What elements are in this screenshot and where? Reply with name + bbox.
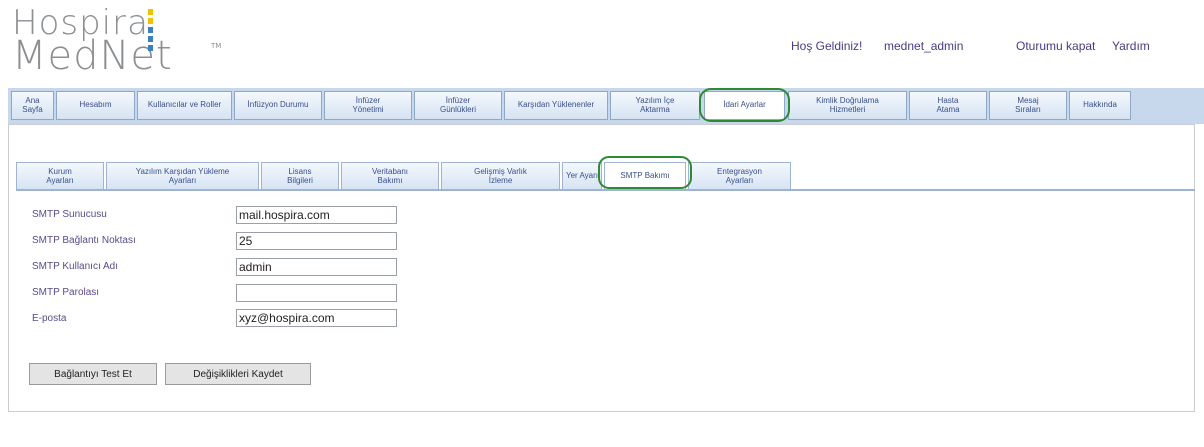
logo-dashes-icon xyxy=(148,9,153,54)
smtp-password-input[interactable] xyxy=(236,284,397,302)
subtab-software-download-settings[interactable]: Yazılım Karşıdan Yükleme Ayarları xyxy=(106,162,259,190)
tab-my-account[interactable]: Hesabım xyxy=(56,91,135,120)
tab-authentication-services[interactable]: Kimlik Doğrulama Hizmetleri xyxy=(788,91,907,120)
subtab-institution-settings[interactable]: Kurum Ayarları xyxy=(16,162,104,190)
tab-software-import[interactable]: Yazılım İçe Aktarma xyxy=(610,91,700,120)
logout-link[interactable]: Oturumu kapat xyxy=(1016,39,1095,53)
logo-tm: TM xyxy=(211,42,222,50)
tab-infusion-status[interactable]: İnfüzyon Durumu xyxy=(234,91,322,120)
subtab-location-settings[interactable]: Yer Ayarı xyxy=(562,162,602,190)
tab-patient-assignment[interactable]: Hasta Atama xyxy=(909,91,987,120)
test-connection-button[interactable]: Bağlantıyı Test Et xyxy=(29,363,157,385)
smtp-username-input[interactable] xyxy=(236,258,397,276)
email-label: E-posta xyxy=(32,313,67,324)
smtp-server-input[interactable] xyxy=(236,206,397,224)
tab-infuser-logs[interactable]: İnfüzer Günlükleri xyxy=(414,91,502,120)
smtp-username-label: SMTP Kullanıcı Adı xyxy=(32,261,118,272)
tab-about[interactable]: Hakkında xyxy=(1069,91,1131,120)
save-changes-button[interactable]: Değişiklikleri Kaydet xyxy=(165,363,311,385)
tab-downloads[interactable]: Karşıdan Yüklenenler xyxy=(504,91,608,120)
subtab-database-maintenance[interactable]: Veritabanı Bakımı xyxy=(341,162,439,190)
tab-message-queues[interactable]: Mesaj Sıraları xyxy=(989,91,1067,120)
tab-infuser-management[interactable]: İnfüzer Yönetimi xyxy=(324,91,412,120)
tab-admin-settings[interactable]: İdari Ayarlar xyxy=(704,91,785,120)
subtab-license-info[interactable]: Lisans Bilgileri xyxy=(261,162,339,190)
help-link[interactable]: Yardım xyxy=(1112,39,1150,53)
welcome-text: Hoş Geldiniz! xyxy=(791,39,863,53)
smtp-port-input[interactable] xyxy=(236,232,397,250)
subtab-underline xyxy=(16,189,1195,191)
smtp-password-label: SMTP Parolası xyxy=(32,287,100,298)
hospira-mednet-logo: Hospira MedNet TM xyxy=(12,6,232,76)
subtab-smtp-maintenance[interactable]: SMTP Bakımı xyxy=(604,162,686,190)
tab-users-roles[interactable]: Kullanıcılar ve Roller xyxy=(137,91,232,120)
tab-home[interactable]: Ana Sayfa xyxy=(11,91,54,120)
username: mednet_admin xyxy=(884,39,964,53)
main-tab-bar: Ana Sayfa Hesabım Kullanıcılar ve Roller… xyxy=(0,88,1204,124)
smtp-server-label: SMTP Sunucusu xyxy=(32,209,107,220)
subtab-asset-tracking[interactable]: Gelişmiş Varlık İzleme xyxy=(441,162,560,190)
smtp-port-label: SMTP Bağlantı Noktası xyxy=(32,235,136,246)
subtab-integration-settings[interactable]: Entegrasyon Ayarları xyxy=(688,162,791,190)
email-input[interactable] xyxy=(236,309,397,327)
